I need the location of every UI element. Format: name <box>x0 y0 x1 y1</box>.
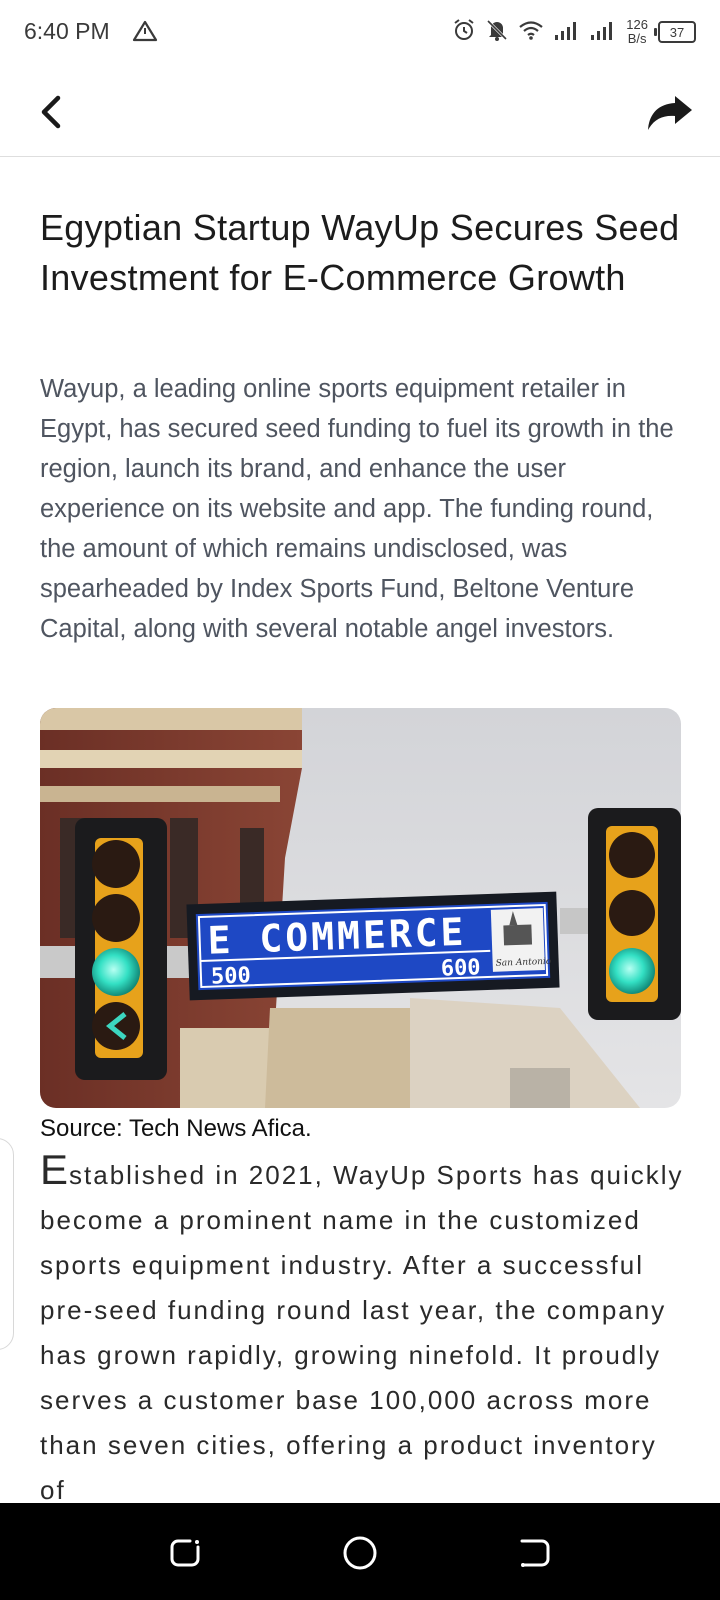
sign-number-left: 500 <box>211 963 252 989</box>
bell-off-icon <box>486 18 508 47</box>
app-header <box>0 64 720 157</box>
sign-number-right: 600 <box>440 955 481 981</box>
sign-badge: San Antonio <box>496 957 553 969</box>
share-button[interactable] <box>644 88 696 136</box>
article-image[interactable]: E COMMERCE 500 600 San Antonio <box>40 708 681 1108</box>
recent-apps-button[interactable] <box>166 1533 206 1573</box>
side-panel-handle[interactable] <box>0 1138 14 1350</box>
image-caption: Source: Tech News Afica. <box>40 1115 312 1142</box>
back-button[interactable] <box>30 90 74 134</box>
net-speed-value: 126 <box>626 17 648 32</box>
article-summary: Wayup, a leading online sports equipment… <box>40 375 674 643</box>
status-bar: 6:40 PM 126 B/s 37 <box>0 0 720 64</box>
warning-icon <box>132 20 158 47</box>
recent-apps-icon <box>170 1539 200 1567</box>
battery-icon: 37 <box>654 21 696 43</box>
chevron-left-icon <box>41 95 61 129</box>
sign-text: E COMMERCE <box>207 910 467 963</box>
net-speed: 126 B/s <box>626 18 648 46</box>
battery-level: 37 <box>669 24 685 40</box>
article-title: Egyptian Startup WayUp Secures Seed Inve… <box>40 207 680 298</box>
back-nav-button[interactable] <box>514 1533 554 1573</box>
status-icons: 126 B/s 37 <box>452 14 696 50</box>
article-content: Egyptian Startup WayUp Secures Seed Inve… <box>0 157 720 1503</box>
system-nav-bar <box>0 1503 720 1600</box>
signal-icon <box>590 19 616 46</box>
home-button[interactable] <box>340 1533 380 1573</box>
alarm-icon <box>452 18 476 47</box>
net-speed-unit: B/s <box>627 31 647 46</box>
drop-cap: E <box>40 1146 70 1193</box>
status-time: 6:40 PM <box>24 18 110 44</box>
home-icon <box>343 1536 377 1570</box>
article-body-text: stablished in 2021, WayUp Sports has qui… <box>40 1160 684 1503</box>
back-gesture-icon <box>520 1539 550 1567</box>
share-arrow-icon <box>648 96 692 130</box>
wifi-icon <box>518 19 544 46</box>
article-body: Established in 2021, WayUp Sports has qu… <box>40 1147 690 1503</box>
signal-icon <box>554 19 580 46</box>
